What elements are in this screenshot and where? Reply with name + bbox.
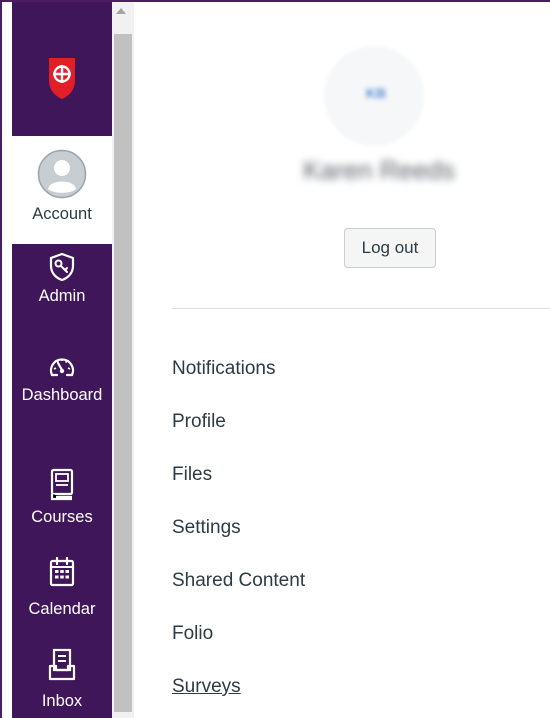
avatar-initials: KB	[365, 85, 387, 101]
menu-link-folio[interactable]: Folio	[172, 619, 213, 649]
app-frame: Account Admin Dashboard Courses Calendar…	[0, 0, 550, 718]
scroll-up-arrow-icon[interactable]	[116, 8, 126, 14]
book-icon	[50, 468, 74, 501]
nav-item-label: Admin	[38, 287, 86, 305]
account-tray: KB Karen Reeds Log out Notifications Pro…	[134, 2, 550, 718]
admin-shield-icon	[49, 252, 75, 282]
divider	[172, 308, 550, 309]
nav-item-dashboard[interactable]: Dashboard	[12, 352, 112, 406]
nav-scrollbar[interactable]	[112, 2, 134, 718]
nav-item-label: Inbox	[41, 692, 83, 710]
list-item: Surveys	[172, 672, 532, 718]
nav-item-label: Account	[32, 205, 92, 223]
menu-link-notifications[interactable]: Notifications	[172, 354, 276, 384]
nav-item-admin[interactable]: Admin	[12, 252, 112, 307]
nav-item-calendar[interactable]: Calendar	[12, 556, 112, 620]
list-item: Files	[172, 460, 532, 513]
nav-item-account[interactable]: Account	[12, 136, 112, 244]
account-menu: Notifications Profile Files Settings Sha…	[172, 354, 532, 718]
list-item: Profile	[172, 407, 532, 460]
nav-item-inbox[interactable]: Inbox	[12, 648, 112, 712]
list-item: Shared Content	[172, 566, 532, 619]
user-name: Karen Reeds	[303, 155, 455, 185]
nav-item-label: Calendar	[28, 600, 96, 618]
list-item: Notifications	[172, 354, 532, 407]
nav-item-courses[interactable]: Courses	[12, 468, 112, 528]
inbox-icon	[48, 648, 76, 681]
menu-link-files[interactable]: Files	[172, 460, 212, 490]
nav-item-label: Courses	[31, 508, 93, 526]
dashboard-gauge-icon	[49, 358, 75, 377]
menu-link-profile[interactable]: Profile	[172, 407, 226, 437]
list-item: Settings	[172, 513, 532, 566]
global-navigation: Account Admin Dashboard Courses Calendar…	[12, 2, 112, 718]
nav-item-label: Dashboard	[21, 386, 103, 404]
calendar-icon	[49, 556, 75, 587]
shield-cross-logo-icon[interactable]	[47, 52, 77, 102]
logout-button[interactable]: Log out	[344, 228, 436, 268]
menu-link-surveys[interactable]: Surveys	[172, 672, 241, 702]
scrollbar-thumb[interactable]	[114, 34, 132, 712]
menu-link-settings[interactable]: Settings	[172, 513, 241, 543]
list-item: Folio	[172, 619, 532, 672]
user-avatar-icon	[37, 149, 87, 199]
menu-link-shared-content[interactable]: Shared Content	[172, 566, 305, 596]
